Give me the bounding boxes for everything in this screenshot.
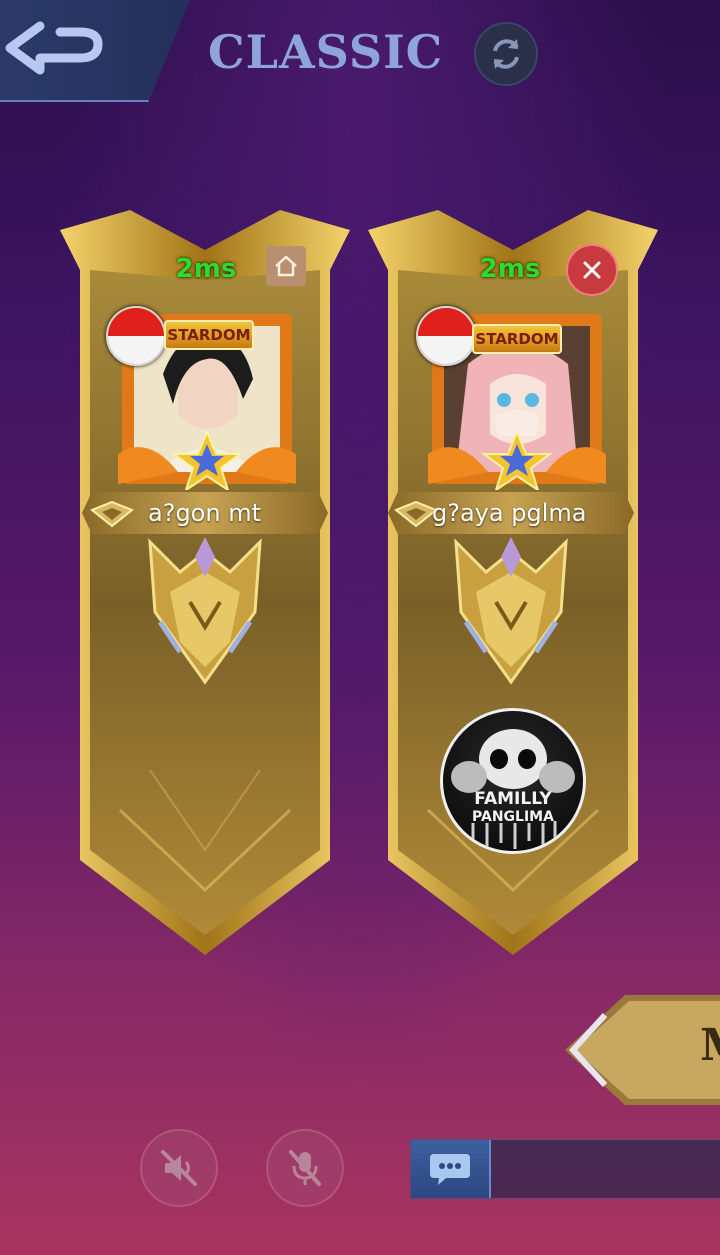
chat-button[interactable] <box>411 1140 491 1198</box>
speaker-mute-button[interactable] <box>140 1129 218 1207</box>
rank-wing-icon <box>90 500 134 528</box>
rank-emblem-icon <box>454 537 568 685</box>
stardom-badge: STARDOM <box>472 324 562 354</box>
player-name: a?gon mt <box>148 499 261 527</box>
indonesia-flag-icon <box>106 306 166 366</box>
skull-icon <box>451 729 575 849</box>
home-button[interactable] <box>266 246 306 286</box>
home-icon <box>275 255 297 277</box>
start-button-label: M <box>700 1020 720 1071</box>
stardom-badge: STARDOM <box>164 320 254 350</box>
squad-badge[interactable]: FAMILLY PANGLIMA <box>440 708 586 854</box>
back-arrow-icon <box>5 21 103 75</box>
player-name: g?aya pglma <box>432 499 587 527</box>
ping-label: 2ms <box>479 254 541 284</box>
close-icon <box>583 261 601 279</box>
mic-off-icon <box>289 1150 321 1186</box>
mic-mute-button[interactable] <box>266 1129 344 1207</box>
indonesia-flag-icon <box>416 306 476 366</box>
squad-name-line2: PANGLIMA <box>472 809 554 825</box>
player-avatar[interactable]: STARDOM <box>106 304 296 493</box>
rank-emblem-icon <box>148 537 262 685</box>
player-avatar[interactable]: STARDOM <box>416 304 606 493</box>
player-card[interactable]: 2ms STARDOM g?aya pglma <box>368 210 658 980</box>
speaker-off-icon <box>161 1150 197 1186</box>
refresh-icon <box>493 39 519 69</box>
kick-button[interactable] <box>566 244 618 296</box>
refresh-button[interactable] <box>474 22 538 86</box>
chat-bar[interactable] <box>410 1139 720 1199</box>
start-match-button[interactable]: M <box>565 995 720 1105</box>
player-card[interactable]: 2ms STARDOM a?gon mt <box>60 210 350 980</box>
squad-name-line1: FAMILLY <box>474 789 552 809</box>
back-button[interactable] <box>0 0 190 102</box>
start-button-frame <box>565 995 720 1105</box>
mode-title: CLASSIC <box>208 25 444 79</box>
chat-bubble-icon <box>430 1154 470 1185</box>
ping-label: 2ms <box>175 254 237 284</box>
